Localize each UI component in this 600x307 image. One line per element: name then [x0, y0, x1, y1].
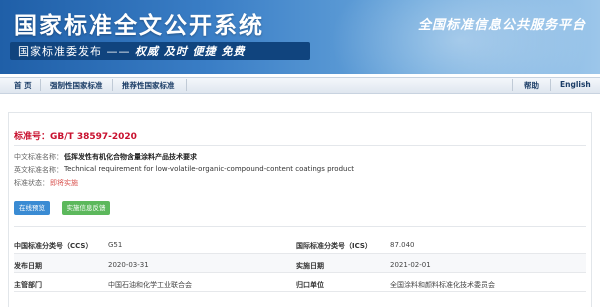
nav-mandatory-standards[interactable]: 强制性国家标准 [50, 80, 103, 91]
feedback-button[interactable]: 实施信息反馈 [62, 201, 110, 215]
authority-label: 主管部门 [14, 281, 42, 289]
nav-divider [112, 79, 113, 91]
nav-divider [186, 79, 187, 91]
en-name-label: 英文标准名称： [14, 166, 63, 174]
ccs-label: 中国标准分类号（CCS） [14, 242, 93, 250]
site-banner: 国家标准全文公开系统 国家标准委发布 —— 权威 及时 便捷 免费 全国标准信息… [0, 0, 600, 74]
status-value: 即将实施 [50, 179, 78, 187]
banner-glow [330, 0, 590, 74]
standard-number-value: GB/T 38597-2020 [50, 132, 137, 142]
nav-recommended-standards[interactable]: 推荐性国家标准 [122, 80, 175, 91]
publish-date-value: 2020-03-31 [108, 261, 149, 269]
cn-name-value: 低挥发性有机化合物含量涂料产品技术要求 [64, 153, 197, 161]
publish-date-label: 发布日期 [14, 262, 42, 270]
ics-value: 87.040 [390, 241, 415, 249]
nav-divider [550, 79, 551, 91]
subtitle-right: 权威 及时 便捷 免费 [135, 45, 246, 58]
subtitle-left: 国家标准委发布 —— [18, 45, 131, 58]
online-preview-button[interactable]: 在线预览 [14, 201, 50, 215]
ics-label: 国际标准分类号（ICS） [296, 242, 372, 250]
ccs-value: G51 [108, 241, 123, 249]
implement-date-label: 实施日期 [296, 262, 324, 270]
authority-value: 中国石油和化学工业联合会 [108, 281, 192, 289]
nav-help[interactable]: 帮助 [524, 80, 539, 91]
owner-label: 归口单位 [296, 281, 324, 289]
site-title: 国家标准全文公开系统 [14, 13, 264, 39]
en-name-value: Technical requirement for low-volatile-o… [64, 165, 355, 173]
standard-number: 标准号：GB/T 38597-2020 [14, 129, 137, 142]
cn-name-label: 中文标准名称： [14, 153, 63, 161]
standard-number-label: 标准号： [14, 132, 51, 142]
divider [14, 226, 586, 227]
nav-home[interactable]: 首 页 [14, 80, 32, 91]
site-subtitle: 国家标准委发布 —— 权威 及时 便捷 免费 [18, 43, 246, 59]
owner-value: 全国涂料和颜料标准化技术委员会 [390, 281, 495, 289]
nav-divider [512, 79, 513, 91]
nav-divider [40, 79, 41, 91]
status-label: 标准状态： [14, 179, 49, 187]
nav-english[interactable]: English [560, 80, 591, 89]
platform-slogan: 全国标准信息公共服务平台 [418, 18, 587, 33]
implement-date-value: 2021-02-01 [390, 261, 431, 269]
divider [14, 145, 586, 146]
